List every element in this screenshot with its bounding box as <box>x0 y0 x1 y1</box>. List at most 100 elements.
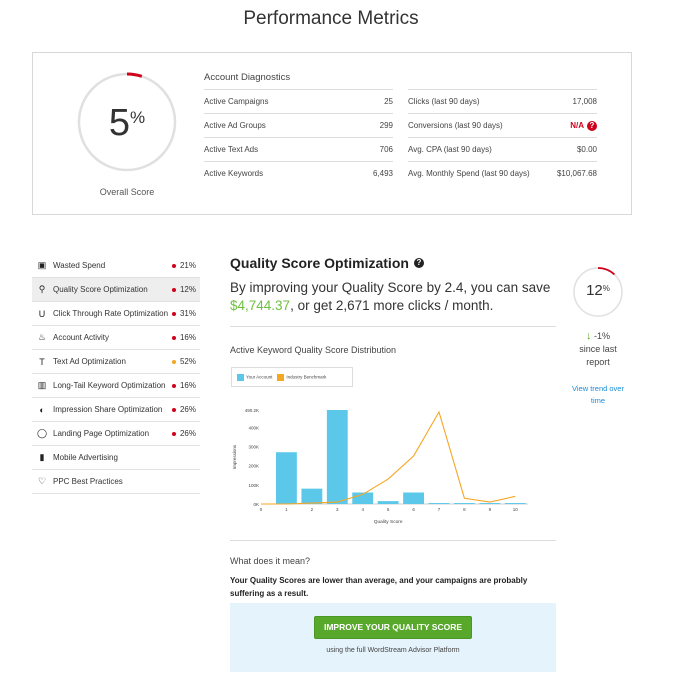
x-tick-label: 2 <box>311 507 314 512</box>
quality-score-value: 12% <box>586 282 610 299</box>
legend-swatch <box>277 373 285 381</box>
sidebar-item-percent: 26% <box>179 405 196 414</box>
mobile-icon: ▮ <box>39 452 45 462</box>
wallet-icon: ▣ <box>37 260 47 270</box>
quality-score-chart: Impressions 0K 100K 200K 300K 400K 490.2K 0 1 2 3 4… <box>232 408 528 525</box>
x-tick-label: 9 <box>489 507 492 512</box>
diagnostics-title: Account Diagnostics <box>204 72 291 83</box>
page-title: Performance Metrics <box>243 8 419 29</box>
sidebar-item-label: Click Through Rate Optimization <box>53 309 169 318</box>
x-axis-label: Quality Score <box>374 519 403 525</box>
diagnostic-value: 17,008 <box>573 97 597 106</box>
bar-your-account <box>403 492 424 504</box>
sidebar-item-long-tail-keyword-optimization[interactable]: ▥ Long-Tail Keyword Optimization 16% <box>32 374 200 398</box>
diagnostic-row: Clicks (last 90 days) 17,008 <box>408 89 597 113</box>
savings-text-before: By improving your Quality Score by 2.4, … <box>230 280 551 295</box>
section-title: Quality Score Optimization ? <box>230 255 424 271</box>
sidebar-item-impression-share-optimization[interactable]: ◐ Impression Share Optimization 26% <box>32 398 200 422</box>
status-dot <box>172 263 176 268</box>
sidebar-item-text-ad-optimization[interactable]: T Text Ad Optimization 52% <box>32 350 200 374</box>
y-tick-label: 300K <box>248 444 259 449</box>
diagnostic-row: Avg. CPA (last 90 days) $0.00 <box>408 137 597 161</box>
diagnostic-value-text: 706 <box>379 145 393 154</box>
pie-icon: ◐ <box>39 404 45 415</box>
overall-score-label: Overall Score <box>99 187 155 197</box>
score-change: ↓ -1% since last report <box>572 330 624 369</box>
bar-your-account <box>326 410 348 504</box>
flame-icon: ♨ <box>37 332 47 342</box>
sidebar-item-label: Mobile Advertising <box>53 453 118 462</box>
diagnostic-value: 6,493 <box>373 169 393 178</box>
status-dot <box>172 431 176 436</box>
sidebar-item-label: PPC Best Practices <box>53 477 123 486</box>
sidebar-item-mobile-advertising[interactable]: ▮ Mobile Advertising <box>32 446 200 470</box>
chart-icon: ▥ <box>37 380 47 390</box>
x-tick-label: 10 <box>513 507 519 512</box>
sidebar-item-percent: 16% <box>179 381 196 390</box>
diagnostic-label: Clicks (last 90 days) <box>408 97 480 106</box>
diagnostic-value: $0.00 <box>577 145 597 154</box>
bar-your-account <box>377 501 399 504</box>
diagnostic-value: 25 <box>384 97 393 106</box>
sidebar-item-ppc-best-practices[interactable]: ♡ PPC Best Practices <box>32 470 200 494</box>
help-icon[interactable]: ? <box>413 258 424 268</box>
sidebar-item-click-through-rate-optimization[interactable]: U Click Through Rate Optimization 31% <box>32 302 200 326</box>
divider <box>230 326 556 327</box>
status-dot <box>172 287 176 292</box>
view-trend-link[interactable]: View trend over time <box>572 383 624 407</box>
section-title-text: Quality Score Optimization <box>230 255 409 271</box>
y-tick-label: 0K <box>253 502 259 507</box>
diagnostic-label: Conversions (last 90 days) <box>408 121 503 130</box>
sidebar-item-wasted-spend[interactable]: ▣ Wasted Spend 21% <box>32 254 200 278</box>
legend-swatch <box>237 373 244 381</box>
x-tick-label: 8 <box>463 507 466 512</box>
meaning-description: Your Quality Scores are lower than avera… <box>230 576 528 598</box>
diagnostic-value-text: $0.00 <box>576 145 597 154</box>
question-icon[interactable]: ? <box>587 120 597 131</box>
sidebar-item-quality-score-optimization[interactable]: ⚲ Quality Score Optimization 12% <box>32 278 200 302</box>
sidebar-item-label: Account Activity <box>53 333 110 342</box>
diagnostic-label: Active Ad Groups <box>204 121 266 130</box>
improve-quality-score-button[interactable]: IMPROVE YOUR QUALITY SCORE <box>314 616 472 639</box>
diagnostic-row: Avg. Monthly Spend (last 90 days) $10,067… <box>408 161 597 185</box>
sidebar-item-label: Quality Score Optimization <box>53 285 148 294</box>
diagnostic-label: Avg. CPA (last 90 days) <box>408 145 492 154</box>
legend-label: Your Account <box>246 374 273 380</box>
sidebar-item-percent: 16% <box>179 333 196 342</box>
status-dot <box>172 383 176 388</box>
savings-text-after: , or get 2,671 more clicks / month. <box>290 298 494 313</box>
diagnostic-row: Active Campaigns 25 <box>204 89 393 113</box>
sidebar-item-percent: 26% <box>179 429 196 438</box>
meaning-title: What does it mean? <box>230 556 311 566</box>
line-industry-benchmark <box>261 410 516 505</box>
diagnostic-row: Active Ad Groups 299 <box>204 113 393 137</box>
bar-your-account <box>428 503 450 504</box>
diagnostics-left-list: Active Campaigns 25 Active Ad Groups 299 Act… <box>204 89 393 185</box>
diagnostic-value-text: 25 <box>384 97 393 106</box>
diagnostic-value-text: 17,008 <box>572 97 597 106</box>
legend-label: Industry Benchmark <box>286 374 327 380</box>
diagnostic-value: N/A? <box>570 120 597 131</box>
diagnostic-value: 706 <box>380 145 393 154</box>
y-axis-label: Impressions <box>232 444 237 469</box>
down-arrow-icon: ↓ <box>585 330 592 342</box>
status-dot <box>172 335 176 340</box>
diagnostic-value: 299 <box>380 121 393 130</box>
diagnostic-label: Avg. Monthly Spend (last 90 days) <box>408 169 530 178</box>
y-tick-label: 200K <box>248 464 259 469</box>
x-tick-label: 0 <box>260 507 263 512</box>
y-tick-label: 490.2K <box>245 408 259 413</box>
sidebar-item-label: Wasted Spend <box>53 261 106 270</box>
x-tick-label: 1 <box>285 507 288 512</box>
chart-legend: Your Account Industry Benchmark <box>231 367 353 387</box>
diagnostic-row: Active Keywords 6,493 <box>204 161 393 185</box>
overall-score-value: 5% <box>108 102 146 144</box>
bar-your-account <box>276 452 297 504</box>
sidebar-item-landing-page-optimization[interactable]: ◯ Landing Page Optimization 26% <box>32 422 200 446</box>
score-change-value: -1% <box>594 331 611 341</box>
diagnostic-row: Conversions (last 90 days) N/A? <box>408 113 597 137</box>
sidebar-item-account-activity[interactable]: ♨ Account Activity 16% <box>32 326 200 350</box>
diagnostic-value-text: 299 <box>379 121 393 130</box>
text-icon: T <box>39 356 45 367</box>
savings-amount: $4,744.37 <box>230 298 291 313</box>
